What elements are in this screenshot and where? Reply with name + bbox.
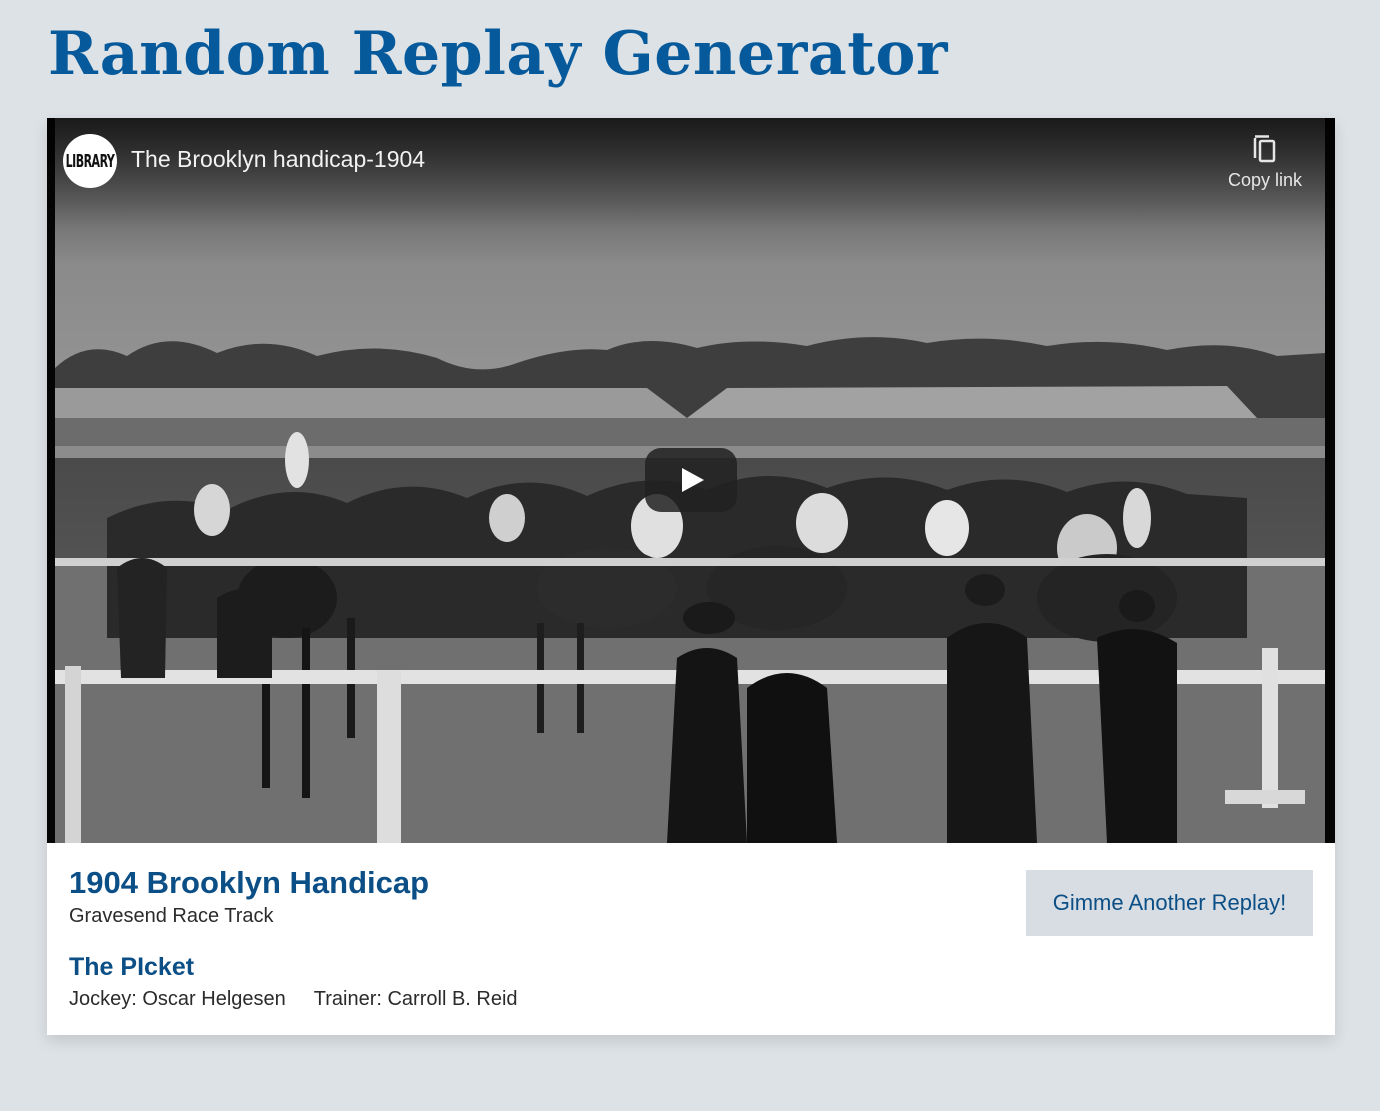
replay-card: LIBRARY The Brooklyn handicap-1904 Copy …: [47, 118, 1335, 1035]
another-replay-button[interactable]: Gimme Another Replay!: [1026, 870, 1313, 936]
copy-icon: [1253, 135, 1276, 163]
trainer-name: Trainer: Carroll B. Reid: [313, 988, 518, 1010]
horse-name: The PIcket: [69, 953, 195, 981]
track-name: Gravesend Race Track: [69, 905, 274, 927]
replay-info: 1904 Brooklyn Handicap Gravesend Race Tr…: [47, 843, 1335, 1035]
video-player[interactable]: LIBRARY The Brooklyn handicap-1904 Copy …: [47, 118, 1335, 843]
video-title[interactable]: The Brooklyn handicap-1904: [131, 146, 425, 173]
play-icon: [645, 448, 737, 512]
video-top-overlay: [47, 118, 1335, 228]
channel-logo[interactable]: LIBRARY: [63, 134, 117, 188]
copy-link-button[interactable]: Copy link: [1223, 134, 1307, 191]
channel-logo-text: LIBRARY: [65, 150, 115, 172]
connections: Jockey: Oscar Helgesen Trainer: Carroll B…: [69, 988, 518, 1011]
copy-link-label: Copy link: [1227, 170, 1303, 190]
page: Random Replay Generator LIBRARY The Broo…: [0, 0, 1380, 1111]
jockey-name: Jockey: Oscar Helgesen: [69, 988, 286, 1010]
race-name: 1904 Brooklyn Handicap: [69, 865, 430, 900]
play-button[interactable]: [645, 448, 737, 512]
page-title: Random Replay Generator: [48, 19, 949, 89]
